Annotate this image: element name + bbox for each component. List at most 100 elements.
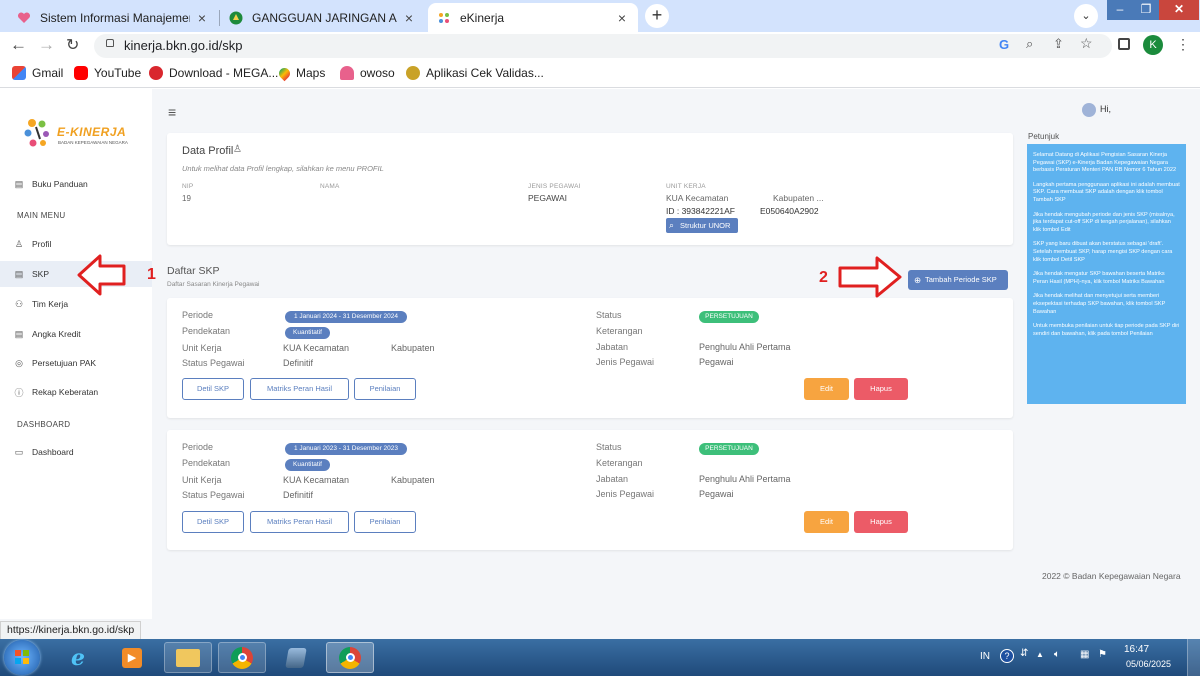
skp-title: Daftar SKP [167, 265, 220, 277]
back-icon[interactable]: ← [10, 35, 27, 55]
edit-button[interactable]: Edit [804, 378, 849, 400]
logo-icon [24, 119, 49, 147]
network-arrows-icon[interactable]: ⇵ [1020, 648, 1028, 659]
avatar[interactable] [1082, 103, 1096, 117]
maximize-button[interactable]: ❐ [1133, 0, 1159, 20]
profile-avatar[interactable]: K [1143, 35, 1163, 55]
petunjuk-paragraph: Jika hendak melihat dan menyetujui serta… [1033, 293, 1166, 315]
hapus-button[interactable]: Hapus [854, 378, 908, 400]
bookmarks-bar: Gmail YouTube Download - MEGA... Maps ow… [0, 61, 1200, 88]
clock-time[interactable]: 16:47 [1124, 644, 1149, 655]
google-icon[interactable]: G [999, 37, 1009, 52]
jenis-pegawai-value: Pegawai [699, 489, 734, 499]
unit-kerja-value-2: Kabupaten [391, 475, 435, 485]
status-pegawai-value: Definitif [283, 490, 314, 500]
zoom-icon[interactable]: ⌕ [1026, 36, 1033, 52]
petunjuk-paragraph: Langkah pertama penggunaan aplikasi ini … [1033, 181, 1180, 203]
minimize-button[interactable]: – [1107, 0, 1133, 20]
sidebar-item-dashboard[interactable]: ▭ Dashboard [0, 439, 152, 465]
keterangan-label: Keterangan [596, 326, 643, 336]
sidebar-item-angka-kredit[interactable]: ▤ Angka Kredit [0, 321, 152, 347]
close-icon[interactable]: × [194, 10, 210, 26]
edit-button[interactable]: Edit [804, 511, 849, 533]
unor-id: ID : 393842221AF [666, 206, 735, 216]
sidebar-item-persetujuan-pak[interactable]: ◎ Persetujuan PAK [0, 350, 152, 376]
chrome-profile-icon[interactable] [326, 642, 374, 673]
monitor-icon: ▭ [14, 446, 24, 457]
bookmark-youtube[interactable]: YouTube [74, 66, 141, 80]
windows-logo-icon [15, 650, 29, 664]
app-icon[interactable] [272, 642, 320, 673]
gmail-icon [12, 66, 26, 80]
dashboard-heading: DASHBOARD [17, 420, 71, 429]
jenis-pegawai-value: PEGAWAI [528, 193, 568, 203]
language-indicator[interactable]: IN [980, 651, 990, 662]
hamburger-icon[interactable]: ≡ [168, 104, 176, 120]
status-pegawai-value: Definitif [283, 358, 314, 368]
footer-copyright: 2022 © Badan Kepegawaian Negara [1042, 571, 1181, 581]
internet-explorer-icon[interactable]: e [54, 642, 102, 673]
penilaian-button[interactable]: Penilaian [354, 511, 416, 533]
detil-skp-button[interactable]: Detil SKP [182, 378, 244, 400]
address-bar[interactable]: kinerja.bkn.go.id/skp G ⌕ ⇪ ☆ [94, 34, 1112, 58]
skp-subtitle: Daftar Sasaran Kinerja Pegawai [167, 281, 260, 288]
heart-icon [16, 10, 32, 26]
periode-label: Periode [182, 310, 214, 320]
jenis-pegawai-label: JENIS PEGAWAI [528, 183, 581, 190]
close-icon[interactable]: × [401, 10, 417, 26]
network-icon[interactable]: ▦ [1080, 649, 1089, 660]
detil-skp-button[interactable]: Detil SKP [182, 511, 244, 533]
window-close-button[interactable]: ✕ [1159, 0, 1199, 20]
bookmark-cek-validasi[interactable]: Aplikasi Cek Validas... [406, 66, 544, 80]
matriks-peran-hasil-button[interactable]: Matriks Peran Hasil [250, 511, 349, 533]
reload-icon[interactable]: ↻ [66, 35, 79, 55]
sidebar-item-buku-panduan[interactable]: ▤ Buku Panduan [0, 171, 152, 197]
forward-icon[interactable]: → [38, 35, 55, 55]
show-desktop-button[interactable] [1187, 639, 1200, 676]
bookmark-label: YouTube [94, 66, 142, 80]
bookmark-mega[interactable]: Download - MEGA... [149, 66, 278, 80]
bookmark-gmail[interactable]: Gmail [12, 66, 63, 80]
sidepanel-icon[interactable] [1118, 38, 1130, 50]
volume-icon[interactable]: 🔈︎ [1054, 649, 1060, 660]
matriks-peran-hasil-button[interactable]: Matriks Peran Hasil [250, 378, 349, 400]
document-icon: ▤ [14, 268, 24, 279]
sidebar-item-label: Profil [32, 239, 52, 249]
tab-ekinerja[interactable]: eKinerja × [428, 3, 638, 32]
start-button[interactable] [4, 640, 40, 675]
chrome-icon[interactable] [218, 642, 266, 673]
unit-kerja-value: KUA Kecamatan [283, 343, 350, 353]
tab-simpeg[interactable]: Sistem Informasi Manajemen Nik × [8, 3, 218, 32]
pendekatan-label: Pendekatan [182, 458, 231, 468]
emblem-icon [406, 66, 420, 80]
ekinerja-logo: E-KINERJA BADAN KEPEGAWAIAN NEGARA [20, 115, 135, 155]
periode-label: Periode [182, 442, 214, 452]
bookmark-maps[interactable]: Maps [276, 65, 325, 81]
share-icon[interactable]: ⇪ [1053, 36, 1064, 52]
red-arrow-left-icon [77, 254, 126, 296]
struktur-unor-button[interactable]: ⌕ Struktur UNOR [666, 218, 738, 233]
tab-gangguan[interactable]: GANGGUAN JARINGAN ABSENSI × [220, 3, 425, 32]
new-tab-button[interactable]: + [645, 4, 669, 28]
bookmark-owoso[interactable]: owoso [340, 66, 395, 80]
profile-card: Data Profil ♙ Untuk melihat data Profil … [167, 133, 1013, 245]
tambah-periode-skp-button[interactable]: ⊕ Tambah Periode SKP [908, 270, 1008, 290]
sidebar-item-rekap-keberatan[interactable]: ⓘ Rekap Keberatan [0, 379, 152, 405]
help-icon[interactable]: ? [1000, 649, 1014, 663]
media-player-icon[interactable]: ▶ [108, 642, 156, 673]
kebab-menu-icon[interactable]: ⋮ [1176, 36, 1190, 53]
penilaian-button[interactable]: Penilaian [354, 378, 416, 400]
profile-subtitle: Untuk melihat data Profil lengkap, silah… [182, 164, 384, 173]
unit-kerja-label: Unit Kerja [182, 343, 222, 353]
clock-date[interactable]: 05/06/2025 [1126, 659, 1171, 669]
hapus-button[interactable]: Hapus [854, 511, 908, 533]
file-explorer-icon[interactable] [164, 642, 212, 673]
close-icon[interactable]: × [614, 10, 630, 26]
star-icon[interactable]: ☆ [1080, 35, 1093, 52]
tray-expand-icon[interactable]: ▲ [1036, 650, 1044, 659]
action-center-icon[interactable]: ⚑ [1098, 649, 1107, 660]
logo-text: E-KINERJA [57, 125, 127, 139]
greeting-text: Hi, [1100, 104, 1111, 114]
tab-search-icon[interactable]: ⌄ [1074, 4, 1098, 28]
jabatan-label: Jabatan [596, 342, 629, 352]
